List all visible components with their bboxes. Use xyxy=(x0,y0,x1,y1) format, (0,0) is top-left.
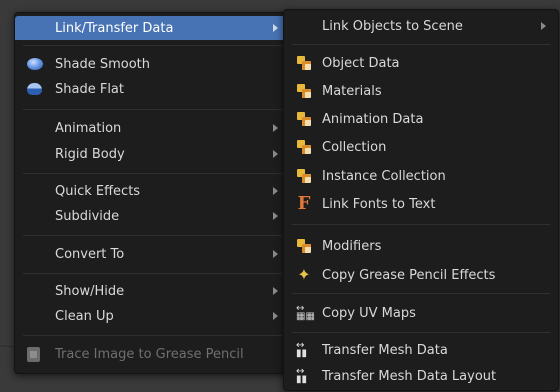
menu-item-show-hide[interactable]: Show/Hide xyxy=(15,279,290,303)
menu-item-label: Show/Hide xyxy=(55,283,125,299)
menu-item-label: Transfer Mesh Data Layout xyxy=(322,368,497,384)
menu-item-collection[interactable]: Collection xyxy=(284,135,558,159)
menu-item-label: Instance Collection xyxy=(322,168,446,184)
font-icon: F xyxy=(297,193,311,214)
menu-item-copy-grease-pencil-effects[interactable]: ✦ Copy Grease Pencil Effects xyxy=(284,263,558,287)
menu-separator xyxy=(292,293,550,294)
collection-icon xyxy=(296,139,312,155)
shade-smooth-icon xyxy=(27,58,43,70)
uv-maps-icon: ↔ ▦▦ xyxy=(296,303,315,322)
submenu-arrow-icon xyxy=(541,22,546,30)
menu-item-convert-to[interactable]: Convert To xyxy=(15,242,290,266)
menu-item-label: Convert To xyxy=(55,246,125,262)
menu-separator xyxy=(292,332,550,333)
menu-separator xyxy=(23,273,282,274)
menu-item-label: Quick Effects xyxy=(55,183,141,199)
menu-item-object-data[interactable]: Object Data xyxy=(284,51,558,75)
menu-item-modifiers[interactable]: Modifiers xyxy=(284,234,558,258)
menu-separator xyxy=(23,235,282,236)
menu-item-label: Trace Image to Grease Pencil xyxy=(55,346,244,362)
menu-item-animation-data[interactable]: Animation Data xyxy=(284,107,558,131)
link-transfer-data-submenu: Link Objects to Scene Object Data Materi… xyxy=(283,9,559,391)
menu-item-label: Rigid Body xyxy=(55,146,125,162)
menu-item-label: Shade Smooth xyxy=(55,56,150,72)
menu-item-link-objects-to-scene[interactable]: Link Objects to Scene xyxy=(284,14,558,38)
menu-separator xyxy=(23,173,282,174)
menu-item-label: Modifiers xyxy=(322,238,382,254)
menu-separator xyxy=(292,224,550,225)
submenu-arrow-icon xyxy=(273,124,278,132)
menu-item-label: Link/Transfer Data xyxy=(55,20,174,36)
menu-item-label: Link Objects to Scene xyxy=(322,18,463,34)
menu-item-label: Materials xyxy=(322,83,382,99)
menu-item-quick-effects[interactable]: Quick Effects xyxy=(15,179,290,203)
menu-item-copy-uv-maps[interactable]: ↔ ▦▦ Copy UV Maps xyxy=(284,301,558,325)
submenu-arrow-icon xyxy=(273,24,278,32)
menu-item-shade-flat[interactable]: Shade Flat xyxy=(15,77,290,101)
menu-item-transfer-mesh-data-layout[interactable]: ↔ ▮▮ Transfer Mesh Data Layout xyxy=(284,364,558,388)
modifiers-icon xyxy=(296,238,312,254)
menu-item-shade-smooth[interactable]: Shade Smooth xyxy=(15,52,290,76)
menu-item-clean-up[interactable]: Clean Up xyxy=(15,304,290,328)
menu-item-label: Shade Flat xyxy=(55,81,124,97)
object-context-menu: Link/Transfer Data Shade Smooth Shade Fl… xyxy=(14,12,291,374)
transfer-icon: ↔ ▮▮ xyxy=(296,340,308,359)
menu-item-label: Animation xyxy=(55,120,122,136)
menu-item-animation[interactable]: Animation xyxy=(15,116,290,140)
animation-data-icon xyxy=(296,111,312,127)
menu-item-transfer-mesh-data[interactable]: ↔ ▮▮ Transfer Mesh Data xyxy=(284,338,558,362)
submenu-arrow-icon xyxy=(273,150,278,158)
menu-item-label: Animation Data xyxy=(322,111,424,127)
instance-collection-icon xyxy=(296,168,312,184)
submenu-arrow-icon xyxy=(273,187,278,195)
submenu-arrow-icon xyxy=(273,250,278,258)
submenu-arrow-icon xyxy=(273,212,278,220)
menu-item-link-transfer-data[interactable]: Link/Transfer Data xyxy=(15,16,290,40)
image-icon xyxy=(27,346,40,362)
submenu-arrow-icon xyxy=(273,312,278,320)
object-data-icon xyxy=(296,55,312,71)
menu-item-instance-collection[interactable]: Instance Collection xyxy=(284,164,558,188)
menu-item-label: Copy Grease Pencil Effects xyxy=(322,267,496,283)
menu-separator xyxy=(23,335,282,336)
materials-icon xyxy=(296,83,312,99)
shade-flat-icon xyxy=(27,83,42,95)
menu-item-label: Object Data xyxy=(322,55,400,71)
menu-item-link-fonts-to-text[interactable]: F Link Fonts to Text xyxy=(284,192,558,216)
submenu-arrow-icon xyxy=(273,287,278,295)
menu-item-trace-image: Trace Image to Grease Pencil xyxy=(15,342,290,366)
menu-item-rigid-body[interactable]: Rigid Body xyxy=(15,142,290,166)
sparkle-icon: ✦ xyxy=(297,265,311,284)
menu-separator xyxy=(23,109,282,110)
menu-item-label: Copy UV Maps xyxy=(322,305,416,321)
menu-item-label: Link Fonts to Text xyxy=(322,196,436,212)
menu-item-materials[interactable]: Materials xyxy=(284,79,558,103)
menu-item-label: Clean Up xyxy=(55,308,114,324)
menu-item-subdivide[interactable]: Subdivide xyxy=(15,204,290,228)
menu-item-label: Transfer Mesh Data xyxy=(322,342,448,358)
menu-separator xyxy=(23,45,282,46)
menu-separator xyxy=(292,44,550,45)
menu-item-label: Collection xyxy=(322,139,387,155)
menu-item-label: Subdivide xyxy=(55,208,120,224)
transfer-layout-icon: ↔ ▮▮ xyxy=(296,366,308,385)
